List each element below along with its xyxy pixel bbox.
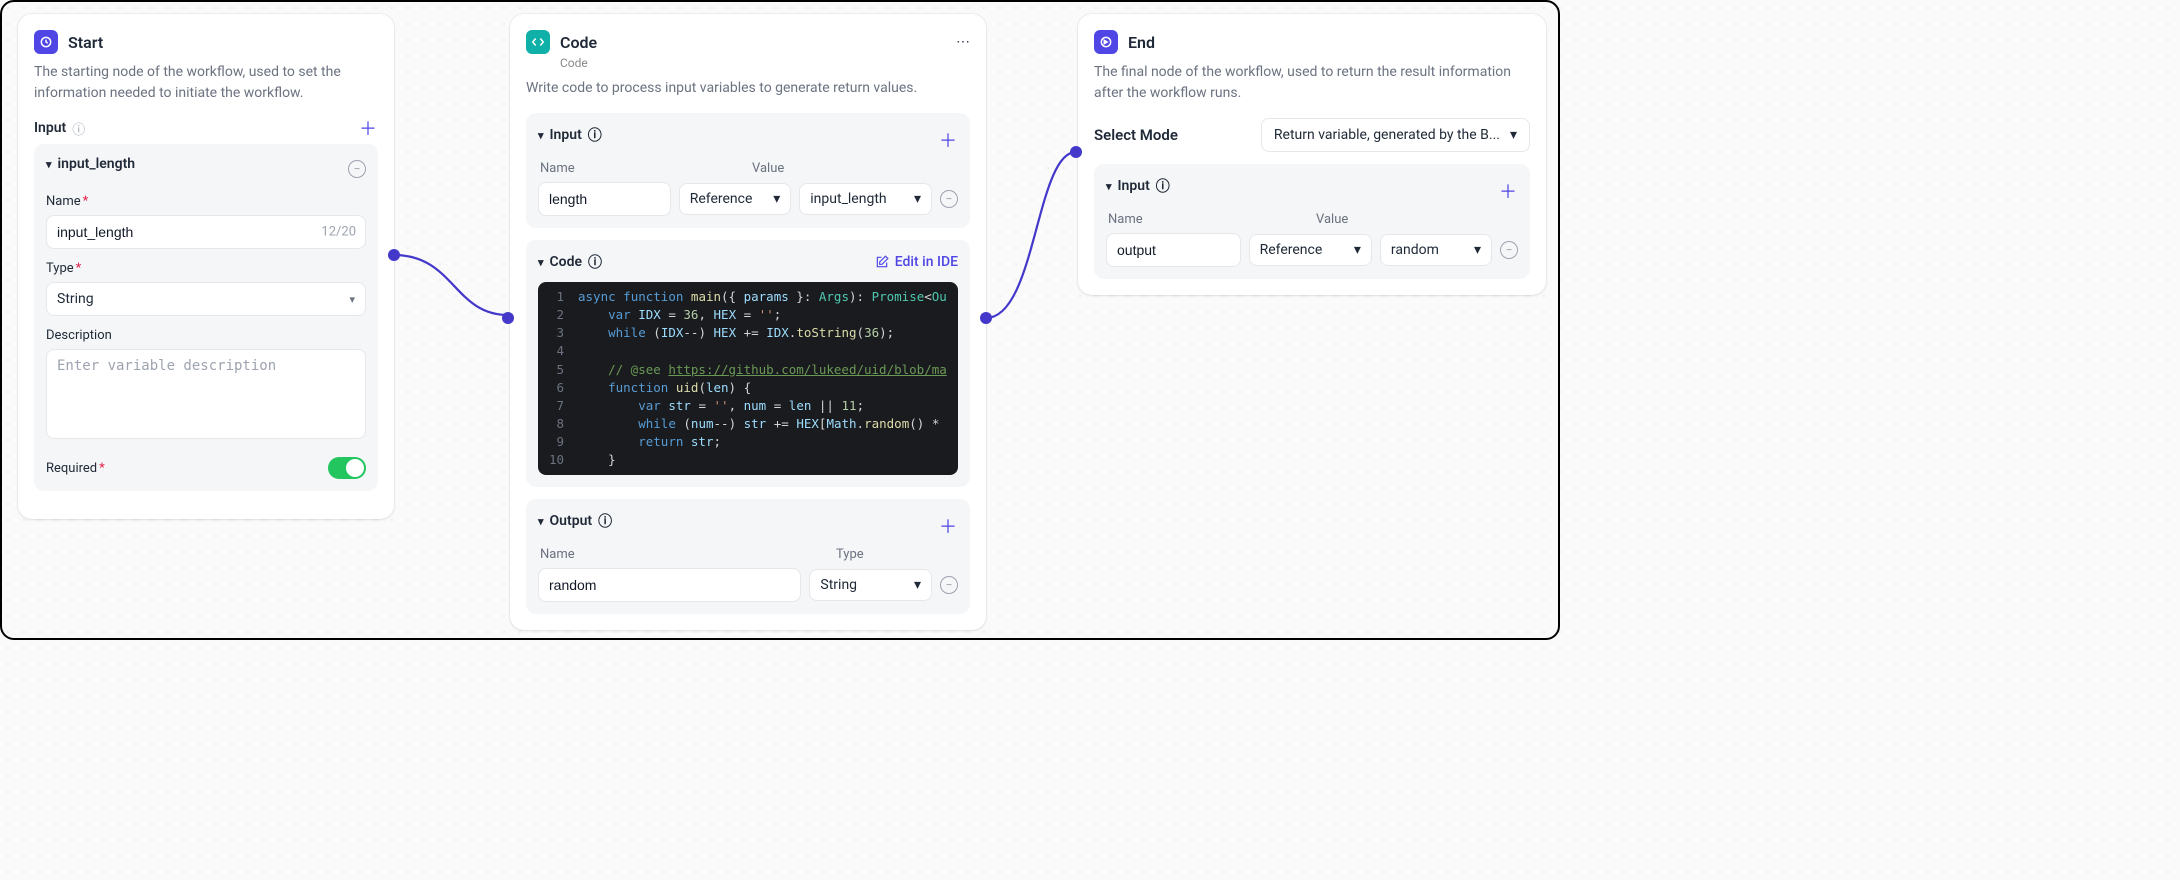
chevron-down-icon: ▾ xyxy=(914,191,921,207)
connector-dot xyxy=(388,249,400,261)
info-icon: ⓘ xyxy=(598,511,612,531)
start-title: Start xyxy=(68,33,103,52)
code-input-mode-select[interactable]: Reference▾ xyxy=(679,183,792,215)
code-node: Code ⋯ Code Write code to process input … xyxy=(510,14,986,630)
chevron-down-icon: ▾ xyxy=(1510,127,1517,143)
required-toggle[interactable] xyxy=(328,457,366,479)
variable-name-input[interactable] xyxy=(46,215,366,249)
info-icon: ⓘ xyxy=(72,119,85,138)
start-icon xyxy=(34,30,58,54)
required-label: Required* xyxy=(46,461,105,476)
end-input-header[interactable]: ▾Input ⓘ xyxy=(1106,176,1170,196)
chevron-down-icon: ▾ xyxy=(1354,242,1361,258)
chevron-down-icon: ▾ xyxy=(914,577,921,593)
type-select[interactable]: String▾ xyxy=(46,282,366,316)
chevron-down-icon: ▾ xyxy=(1474,242,1481,258)
description-label: Description xyxy=(46,328,366,343)
connector-dot xyxy=(980,312,992,324)
code-input-name[interactable] xyxy=(538,182,671,216)
end-icon xyxy=(1094,30,1118,54)
chevron-down-icon: ▾ xyxy=(773,191,780,207)
add-code-output-button[interactable]: ＋ xyxy=(938,516,958,536)
end-input-name[interactable] xyxy=(1106,233,1241,267)
remove-code-output-button[interactable]: − xyxy=(940,576,958,594)
remove-variable-button[interactable]: − xyxy=(348,160,366,178)
code-section-header[interactable]: ▾Code ⓘ xyxy=(538,252,602,272)
chevron-down-icon: ▾ xyxy=(46,158,52,171)
select-mode-dropdown[interactable]: Return variable, generated by the B...▾ xyxy=(1261,118,1530,152)
end-input-ref-select[interactable]: random▾ xyxy=(1380,234,1492,266)
info-icon: ⓘ xyxy=(588,252,602,272)
end-node: End The final node of the workflow, used… xyxy=(1078,14,1546,295)
variable-collapse-header[interactable]: ▾ input_length xyxy=(46,156,135,172)
info-icon: ⓘ xyxy=(1156,176,1170,196)
code-editor[interactable]: 1async function main({ params }: Args): … xyxy=(538,282,958,475)
code-title: Code xyxy=(560,33,597,52)
select-mode-label: Select Mode xyxy=(1094,126,1178,144)
chevron-down-icon: ▾ xyxy=(1106,180,1112,193)
code-subtitle: Code xyxy=(560,56,970,70)
end-input-mode-select[interactable]: Reference▾ xyxy=(1249,234,1372,266)
remove-end-input-button[interactable]: − xyxy=(1500,241,1518,259)
code-output-header[interactable]: ▾Output ⓘ xyxy=(538,511,612,531)
connector-line xyxy=(394,255,514,325)
remove-code-input-button[interactable]: − xyxy=(940,190,958,208)
name-counter: 12/20 xyxy=(321,225,356,240)
name-label: Name* xyxy=(46,194,366,209)
connector-dot xyxy=(502,312,514,324)
edit-in-ide-button[interactable]: Edit in IDE xyxy=(875,254,958,270)
connector-line xyxy=(986,152,1086,332)
chevron-down-icon: ▾ xyxy=(349,293,355,306)
end-description: The final node of the workflow, used to … xyxy=(1094,62,1530,104)
chevron-down-icon: ▾ xyxy=(538,129,544,142)
info-icon: ⓘ xyxy=(588,125,602,145)
chevron-down-icon: ▾ xyxy=(538,515,544,528)
end-title: End xyxy=(1128,33,1155,52)
start-node: Start The starting node of the workflow,… xyxy=(18,14,394,519)
connector-dot xyxy=(1070,146,1082,158)
type-label: Type* xyxy=(46,261,366,276)
description-input[interactable] xyxy=(46,349,366,439)
add-input-button[interactable]: ＋ xyxy=(358,118,378,138)
code-output-type-select[interactable]: String▾ xyxy=(809,569,932,601)
code-description: Write code to process input variables to… xyxy=(526,78,970,99)
code-output-name[interactable] xyxy=(538,568,801,602)
start-input-label: Input ⓘ xyxy=(34,119,85,138)
start-description: The starting node of the workflow, used … xyxy=(34,62,378,104)
node-menu-button[interactable]: ⋯ xyxy=(956,34,970,50)
code-input-ref-select[interactable]: input_length▾ xyxy=(799,183,932,215)
chevron-down-icon: ▾ xyxy=(538,256,544,269)
add-code-input-button[interactable]: ＋ xyxy=(938,130,958,150)
add-end-input-button[interactable]: ＋ xyxy=(1498,181,1518,201)
code-input-header[interactable]: ▾Input ⓘ xyxy=(538,125,602,145)
code-icon xyxy=(526,30,550,54)
